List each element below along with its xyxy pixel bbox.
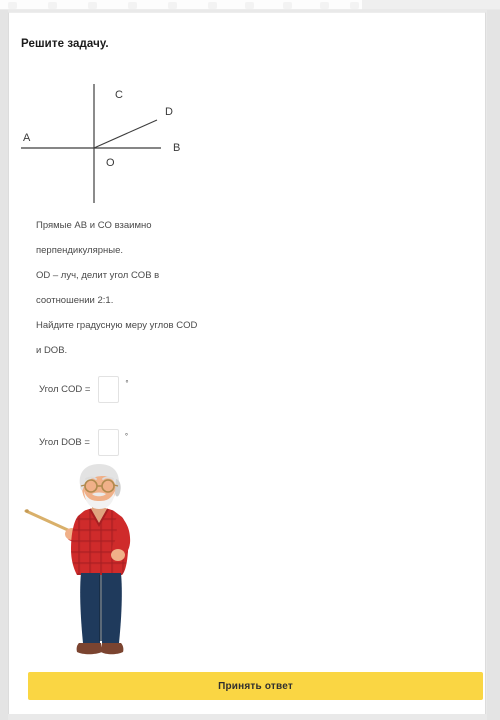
toolbar-empty-area (362, 0, 500, 9)
right-hand (111, 549, 125, 561)
pants-left (80, 573, 100, 643)
figure-label-d: D (165, 106, 173, 118)
toolbar-icon[interactable] (48, 2, 57, 9)
toolbar-icon[interactable] (245, 2, 254, 9)
hair-side (115, 479, 121, 497)
toolbar-icon[interactable] (320, 2, 329, 9)
pants-right (102, 573, 122, 643)
statement-line: перпендикулярные. (36, 245, 124, 256)
figure-label-c: C (115, 89, 123, 101)
statement-line: Найдите градусную меру углов COD (36, 320, 198, 331)
figure-label-b: B (173, 142, 180, 154)
degree-symbol: ° (124, 432, 129, 441)
pointer-stick (24, 509, 72, 533)
toolbar-icon[interactable] (208, 2, 217, 9)
degree-symbol: ° (125, 379, 129, 388)
task-page: Решите задачу. A B C D O Прямые AB и CO … (8, 12, 486, 714)
statement-line: соотношении 2:1. (36, 295, 114, 306)
answer-label-cod: Угол COD = (39, 384, 91, 395)
statement-line: и DOB. (36, 345, 68, 356)
toolbar-icon[interactable] (283, 2, 292, 9)
screen-root: Решите задачу. A B C D O Прямые AB и CO … (0, 0, 500, 720)
toolbar-icon[interactable] (8, 2, 17, 9)
figure-label-a: A (23, 132, 31, 144)
answer-label-dob: Угол DOB = (39, 437, 90, 448)
toolbar-icon[interactable] (168, 2, 177, 9)
statement-line: OD – луч, делит угол COB в (36, 270, 160, 281)
ray-od (93, 119, 158, 149)
problem-statement: Прямые AB и CO взаимно перпендикулярные.… (36, 213, 336, 363)
browser-toolbar-strip (0, 0, 362, 10)
shoe-right (101, 643, 124, 655)
answer-input-dob[interactable] (97, 429, 119, 456)
answer-row-dob: Угол DOB = ° (39, 429, 128, 456)
toolbar-icon[interactable] (88, 2, 97, 9)
toolbar-icon[interactable] (350, 2, 359, 9)
page-title: Решите задачу. (21, 38, 109, 50)
page-gutter-left (0, 10, 8, 720)
shoe-left (76, 643, 102, 655)
statement-line: Прямые AB и CO взаимно (36, 220, 152, 231)
page-gutter-right (487, 10, 500, 720)
figure-label-o: O (106, 157, 115, 169)
answer-input-cod[interactable] (98, 376, 120, 403)
pants-gap (99, 575, 102, 641)
geometry-figure: A B C D O (9, 71, 249, 216)
answer-row-cod: Угол COD = ° (39, 376, 129, 403)
toolbar-icon[interactable] (128, 2, 137, 9)
teacher-illustration (23, 463, 173, 668)
submit-answer-button[interactable]: Принять ответ (28, 672, 483, 700)
